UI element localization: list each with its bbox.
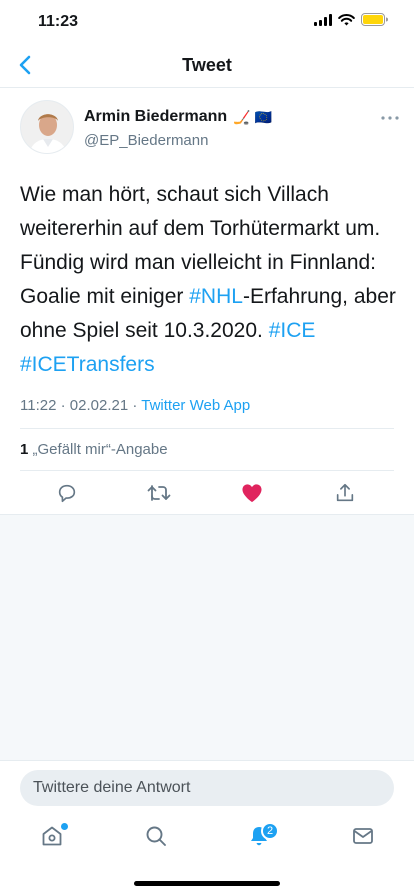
tweet-date: 02.02.21 — [69, 397, 129, 414]
more-options-button[interactable] — [378, 106, 402, 126]
likes-summary[interactable]: 1 „Gefällt mir“-Angabe — [20, 441, 168, 458]
tab-search[interactable] — [134, 820, 178, 856]
retweet-button[interactable] — [143, 480, 175, 510]
reply-bar — [0, 760, 414, 814]
back-button[interactable] — [10, 52, 40, 82]
reply-icon — [56, 482, 78, 509]
signal-icon — [314, 13, 332, 31]
hashtag-link[interactable]: #ICE — [269, 319, 316, 342]
more-icon — [381, 107, 399, 125]
divider — [20, 428, 394, 429]
divider — [20, 470, 394, 471]
reply-input[interactable] — [20, 770, 394, 806]
author-handle[interactable]: @EP_Biedermann — [84, 132, 208, 149]
tab-notifications[interactable]: 2 — [237, 820, 281, 856]
reply-button[interactable] — [51, 480, 83, 510]
replies-area — [0, 515, 414, 760]
tweet-time: 11:22 — [20, 397, 57, 414]
retweet-icon — [147, 482, 171, 509]
like-label: „Gefällt mir“-Angabe — [32, 441, 168, 458]
author-name-text: Armin Biedermann — [84, 108, 228, 125]
status-icons — [314, 13, 388, 31]
meta-separator: · — [132, 397, 138, 414]
like-count: 1 — [20, 441, 29, 458]
avatar[interactable] — [20, 100, 74, 154]
share-button[interactable] — [329, 480, 361, 510]
notifications-badge: 2 — [261, 822, 279, 840]
search-icon — [144, 824, 168, 853]
nav-bar: Tweet — [0, 44, 414, 88]
share-icon — [334, 482, 356, 509]
tweet-meta: 11:22 · 02.02.21 · Twitter Web App — [20, 397, 250, 414]
like-button[interactable] — [236, 480, 268, 510]
status-bar: 11:23 — [0, 0, 414, 44]
battery-icon — [361, 13, 388, 31]
messages-icon — [351, 824, 375, 853]
tab-messages[interactable] — [341, 820, 385, 856]
author-emojis: 🏒 🇪🇺 — [233, 108, 272, 125]
tweet-text: Wie man hört, schaut sich Villach weiter… — [20, 178, 400, 382]
wifi-icon — [338, 13, 355, 31]
hashtag-link[interactable]: #NHL — [189, 285, 243, 308]
meta-separator: · — [60, 397, 66, 414]
hashtag-link[interactable]: #ICETransfers — [20, 353, 155, 376]
author-name[interactable]: Armin Biedermann 🏒 🇪🇺 — [84, 108, 272, 126]
back-chevron-icon — [18, 55, 32, 80]
tweet-actions — [20, 480, 394, 510]
status-time: 11:23 — [38, 13, 79, 30]
tab-home[interactable] — [30, 820, 74, 856]
tweet-source-link[interactable]: Twitter Web App — [141, 397, 250, 414]
like-heart-icon — [241, 483, 263, 508]
page-title: Tweet — [182, 55, 232, 75]
home-badge-dot — [61, 823, 68, 830]
author-row: Armin Biedermann 🏒 🇪🇺 @EP_Biedermann — [20, 100, 400, 158]
home-indicator — [134, 881, 280, 886]
